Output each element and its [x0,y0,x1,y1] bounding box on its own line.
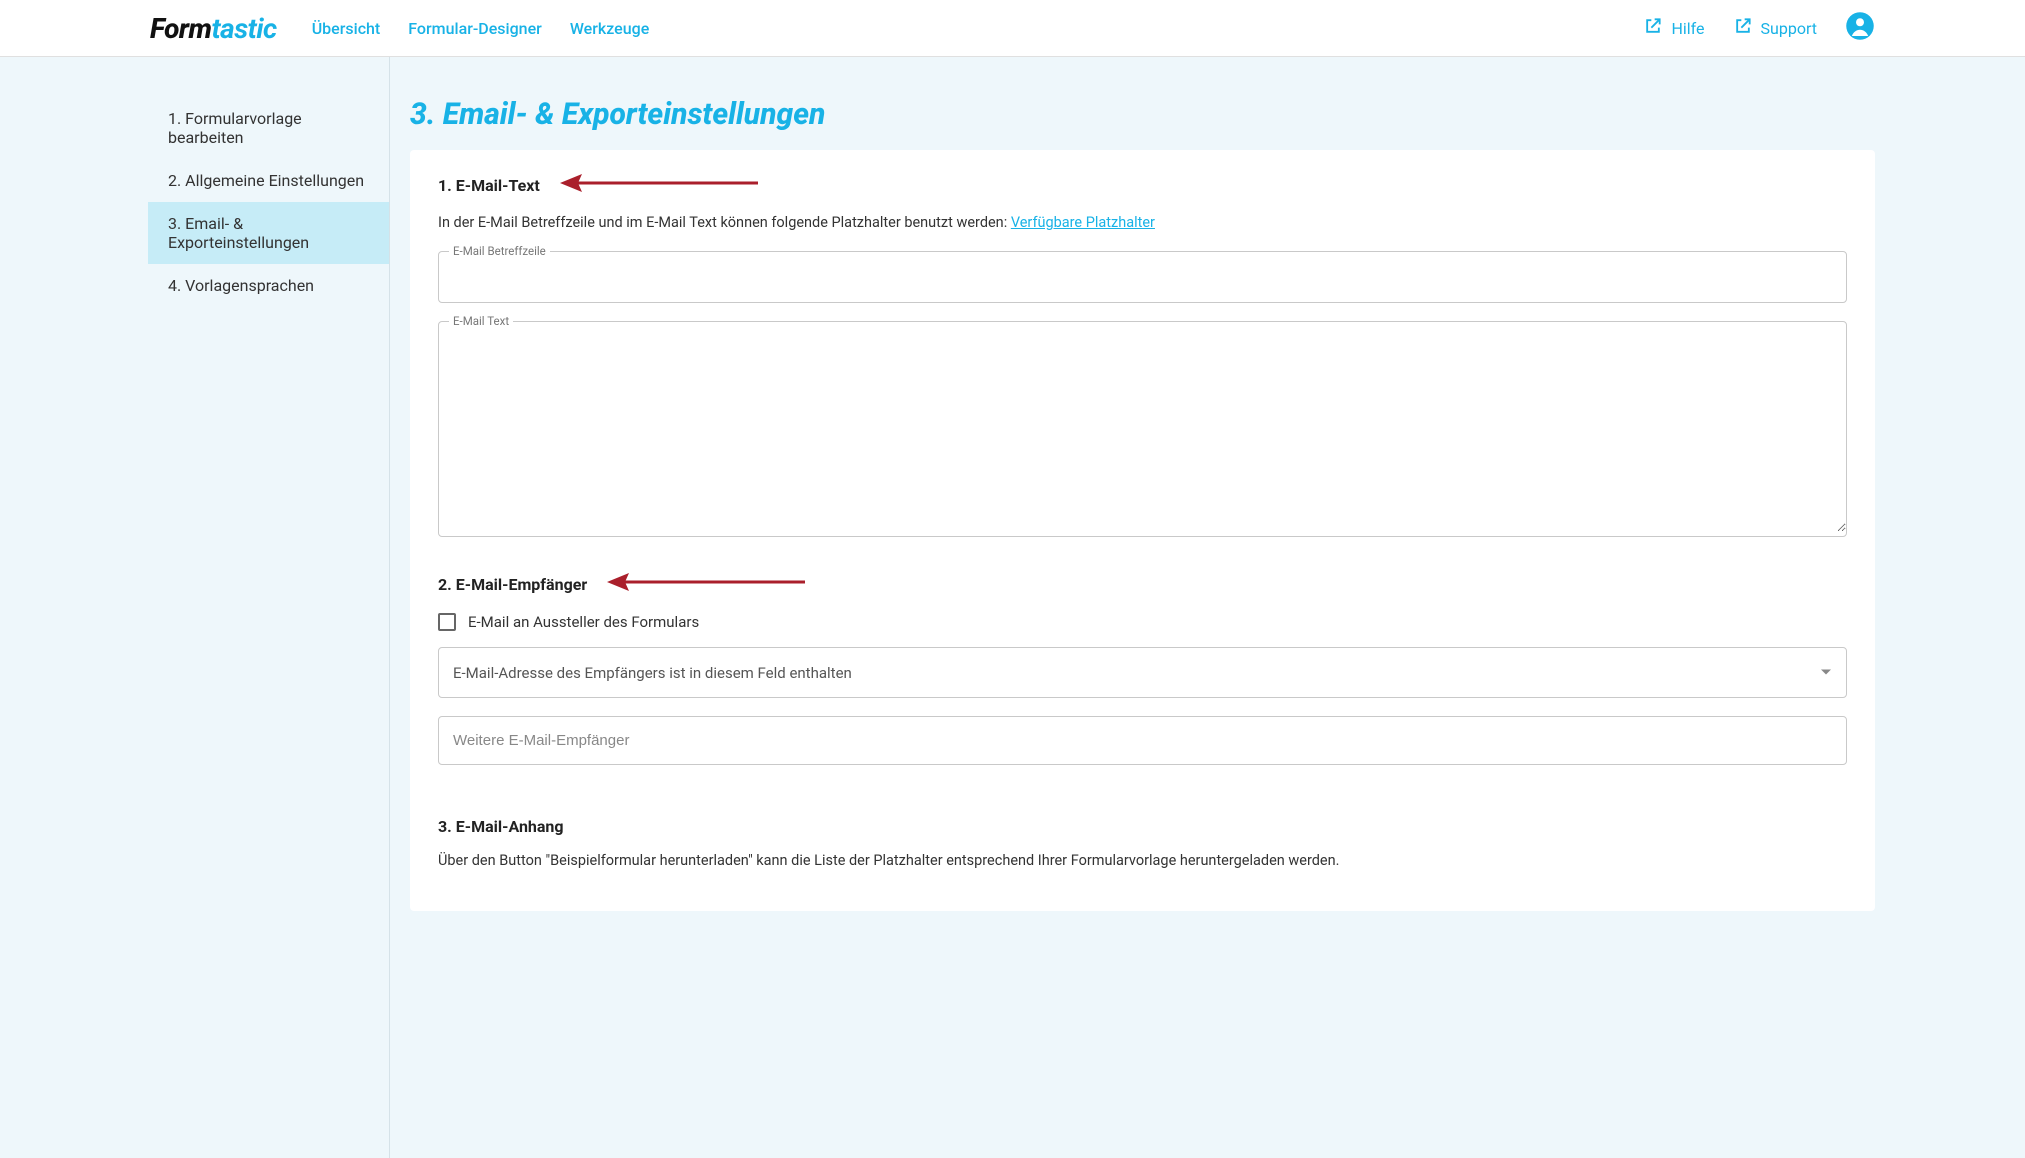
checkbox-label: E-Mail an Aussteller des Formulars [468,613,699,631]
main-content: 3. Email- & Exporteinstellungen 1. E-Mai… [390,57,2025,1158]
wizard-sidebar: 1. Formularvorlage bearbeiten 2. Allgeme… [0,57,390,1158]
brand-part1: Form [150,12,211,45]
placeholders-link[interactable]: Verfügbare Platzhalter [1011,214,1155,231]
sidebar-item-languages[interactable]: 4. Vorlagensprachen [148,264,389,307]
section1-heading-text: 1. E-Mail-Text [438,176,540,195]
app-header: Formtastic Übersicht Formular-Designer W… [0,0,2025,57]
section-attachment-heading: 3. E-Mail-Anhang [438,817,1847,836]
section1-description: In der E-Mail Betreffzeile und im E-Mail… [438,214,1847,231]
settings-card: 1. E-Mail-Text In der E-Mail Betreffzeil… [410,150,1875,911]
email-subject-label: E-Mail Betreffzeile [449,244,550,258]
section2-heading-text: 2. E-Mail-Empfänger [438,575,587,594]
email-body-textarea[interactable] [439,322,1846,532]
checkbox-icon [438,613,456,631]
nav-designer[interactable]: Formular-Designer [408,19,542,38]
external-link-icon [1643,16,1663,40]
recipient-field-select[interactable]: E-Mail-Adresse des Empfängers ist in die… [438,647,1847,698]
section3-heading-text: 3. E-Mail-Anhang [438,817,564,836]
sidebar-item-general[interactable]: 2. Allgemeine Einstellungen [148,159,389,202]
sidebar-item-template[interactable]: 1. Formularvorlage bearbeiten [148,97,389,159]
select-placeholder: E-Mail-Adresse des Empfängers ist in die… [453,664,852,682]
chevron-down-icon [1820,663,1832,682]
page-title: 3. Email- & Exporteinstellungen [410,97,1875,132]
section3-description: Über den Button "Beispielformular herunt… [438,852,1847,869]
section-recipients-heading: 2. E-Mail-Empfänger [438,571,1847,597]
email-subject-field-wrap: E-Mail Betreffzeile [438,251,1847,303]
sidebar-item-email-export[interactable]: 3. Email- & Exporteinstellungen [148,202,389,264]
external-link-icon [1733,16,1753,40]
extra-recipients-input[interactable] [438,716,1847,765]
arrow-annotation-icon [605,571,805,597]
email-body-field-wrap: E-Mail Text [438,321,1847,537]
help-link[interactable]: Hilfe [1643,16,1704,40]
brand-logo[interactable]: Formtastic [150,12,277,45]
nav-right: Hilfe Support [1643,11,1875,45]
arrow-annotation-icon [558,172,758,198]
nav-tools[interactable]: Werkzeuge [570,19,649,38]
send-to-issuer-checkbox[interactable]: E-Mail an Aussteller des Formulars [438,613,1847,631]
help-label: Hilfe [1671,19,1704,38]
section-email-text-heading: 1. E-Mail-Text [438,172,1847,198]
brand-part2: tastic [211,12,276,45]
support-label: Support [1761,19,1817,38]
main-nav: Übersicht Formular-Designer Werkzeuge [312,19,650,38]
account-icon[interactable] [1845,11,1875,45]
nav-overview[interactable]: Übersicht [312,19,381,38]
email-body-label: E-Mail Text [449,314,513,328]
email-subject-input[interactable] [439,252,1846,302]
support-link[interactable]: Support [1733,16,1817,40]
